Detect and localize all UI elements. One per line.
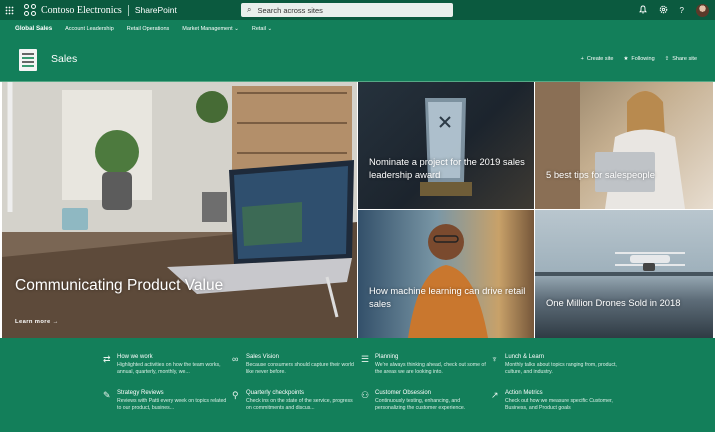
metrics-icon: ↗ [491,390,499,400]
planning-icon: ☰ [361,354,370,364]
suite-bar: Contoso Electronics SharePoint ⌕ Search … [0,0,715,20]
tile-drone-title: One Million Drones Sold in 2018 [546,297,681,308]
search-icon: ⌕ [247,5,252,14]
suite-actions: ? [638,0,709,20]
quick-link-desc: We're always thinking ahead, check out s… [375,362,486,375]
hero-tile-drone[interactable]: One Million Drones Sold in 2018 [535,210,713,338]
create-site-button[interactable]: + Create site [581,56,614,62]
quick-link-title: Action Metrics [505,390,543,396]
quick-link-desc: Because consumers should capture their w… [246,362,354,375]
site-header: Sales + Create site ★ Following ⇪ Share sit… [0,37,715,82]
quick-link-desc: Continuously testing, enhancing, and per… [375,398,466,411]
tile-tips-title: 5 best tips for salespeople [546,169,655,180]
man-image [408,224,488,338]
nav-item-retail-operations[interactable]: Retail Operations [127,26,170,32]
header-actions: + Create site ★ Following ⇪ Share site [581,56,697,62]
quick-link-desc: Highlighted activities on how the team w… [117,362,221,375]
following-label: Following [631,56,655,62]
quick-link-title: Lunch & Learn [505,354,545,360]
learn-more-link[interactable]: Learn more → [15,319,59,325]
nav-site-name[interactable]: Global Sales [15,25,52,32]
arrow-right-icon: → [52,319,59,325]
divider [127,4,129,16]
create-site-label: Create site [586,56,614,62]
bell-icon[interactable] [638,5,647,16]
nav-item-label: Retail [251,25,266,32]
waffle-icon[interactable] [0,0,18,20]
help-icon[interactable]: ? [680,6,684,15]
hero-tile-ml[interactable]: How machine learning can drive retail sa… [358,210,534,338]
share-site-label: Share site [672,56,697,62]
contoso-logo-icon [24,3,37,17]
quick-link-desc: Monthly talks about topics ranging from,… [505,362,617,375]
brand-logo[interactable]: Contoso Electronics [24,3,122,17]
quick-link-desc: Reviews with Patti every week on topics … [117,398,227,411]
workflow-icon: ⇄ [103,354,111,364]
hero-section: Communicating Product Value Learn more →… [0,82,715,338]
share-site-button[interactable]: ⇪ Share site [665,56,697,62]
office-laptop-image [2,82,357,338]
hero-tile-tips[interactable]: 5 best tips for salespeople [535,82,713,209]
drone-image [535,252,713,276]
hero-tile-main[interactable]: Communicating Product Value Learn more → [2,82,357,338]
search-box[interactable]: ⌕ Search across sites [241,3,453,17]
quick-link-title: How we work [117,354,153,360]
quick-links: ⇄ How we work Highlighted activities on … [0,338,715,432]
chevron-down-icon: ⌄ [267,25,273,32]
review-icon: ✎ [103,390,111,400]
customer-icon: ⚇ [361,390,370,400]
lunch-icon: ♆ [491,354,498,364]
app-name[interactable]: SharePoint [135,5,177,15]
learn-more-label: Learn more [15,319,51,325]
nav-item-market-management[interactable]: Market Management ⌄ [182,26,239,32]
site-logo-icon[interactable] [19,49,37,71]
avatar[interactable] [696,3,709,17]
search-placeholder: Search across sites [257,5,323,15]
hero-tile-award[interactable]: Nominate a project for the 2019 sales le… [358,82,534,209]
hero-main-title: Communicating Product Value [15,277,224,294]
plus-icon: + [580,56,584,62]
quick-link-desc: Check ins on the state of the service, p… [246,398,353,411]
quick-link-title: Sales Vision [246,354,279,360]
nav-item-retail[interactable]: Retail ⌄ [252,26,272,32]
site-navigation: Global Sales Account Leadership Retail O… [0,20,715,37]
brand-name: Contoso Electronics [41,4,122,16]
trophy-image [420,98,472,196]
woman-laptop-image [535,82,685,209]
quick-link-desc: Check out how we measure specific Custom… [505,398,613,411]
quick-link-title: Strategy Reviews [117,390,164,396]
tile-ml-title: How machine learning can drive retail sa… [369,285,526,309]
page-title: Sales [51,53,78,65]
nav-item-account-leadership[interactable]: Account Leadership [65,26,114,32]
star-icon: ★ [623,56,629,62]
chevron-down-icon: ⌄ [234,25,239,32]
following-button[interactable]: ★ Following [623,56,654,62]
quick-link-title: Quarterly checkpoints [246,390,305,396]
quick-link-title: Planning [375,354,399,360]
glasses-icon: ∞ [232,354,239,364]
gear-icon[interactable] [659,5,668,16]
nav-item-label: Market Management [182,25,233,32]
quick-link-title: Customer Obsession [375,390,432,396]
checkpoint-icon: ⚲ [232,390,239,400]
tile-award-title: Nominate a project for the 2019 sales le… [369,156,525,180]
share-icon: ⇪ [664,56,670,62]
